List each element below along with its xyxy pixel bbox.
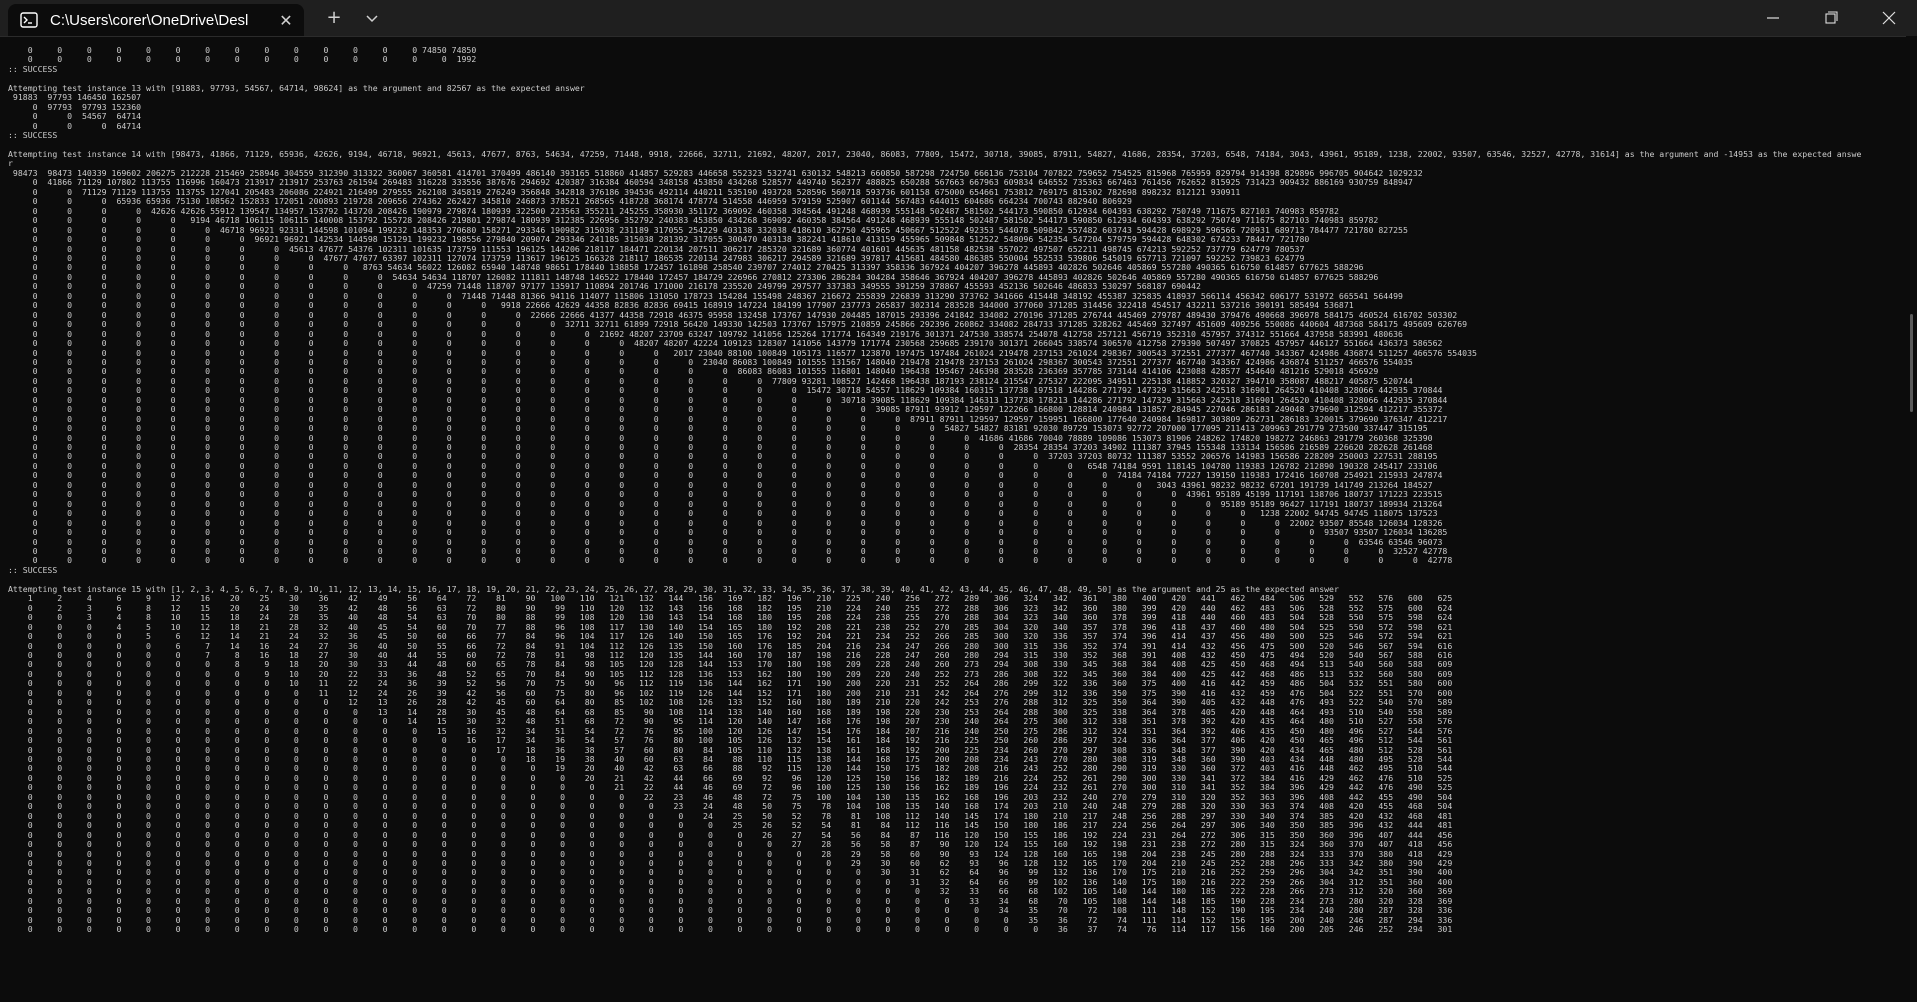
terminal-text: 0 0 0 0 0 0 0 0 0 0 0 0 0 0 74850 74850 … <box>0 36 1906 935</box>
terminal-tab[interactable]: C:\Users\corer\OneDrive\Desl ✕ <box>8 4 304 36</box>
terminal-output[interactable]: 0 0 0 0 0 0 0 0 0 0 0 0 0 0 74850 74850 … <box>0 36 1906 1002</box>
new-tab-button[interactable]: + <box>320 6 348 30</box>
restore-icon <box>1825 11 1838 24</box>
minimize-button[interactable] <box>1745 0 1801 36</box>
close-icon <box>1882 11 1896 25</box>
tab-dropdown-button[interactable] <box>358 6 386 30</box>
terminal-line: 0 0 0 0 0 0 0 0 0 0 0 0 0 0 0 0 0 0 0 0 … <box>8 555 1453 566</box>
terminal-line: Attempting test instance 13 with [91883,… <box>8 82 585 93</box>
terminal-line: :: SUCCESS <box>8 564 58 575</box>
chevron-down-icon <box>366 15 378 23</box>
title-bar: C:\Users\corer\OneDrive\Desl ✕ + <box>0 0 1917 37</box>
terminal-line: 91883 97793 146450 162507 <box>8 92 142 103</box>
maximize-button[interactable] <box>1803 0 1859 36</box>
terminal-line: 0 0 0 0 0 0 0 0 0 0 0 0 0 0 0 0 0 0 0 0 … <box>8 924 1453 935</box>
minimize-icon <box>1767 17 1779 19</box>
terminal-line: Attempting test instance 14 with [98473,… <box>8 148 1862 159</box>
close-tab-icon[interactable]: ✕ <box>276 11 296 31</box>
terminal-line: 0 0 0 0 0 0 0 0 0 0 0 0 0 0 0 1992 <box>8 54 477 65</box>
terminal-line: :: SUCCESS <box>8 130 58 141</box>
terminal-icon <box>20 12 38 28</box>
terminal-line: 0 0 0 64714 <box>8 120 142 131</box>
scrollbar-thumb[interactable] <box>1910 314 1913 412</box>
tab-title: C:\Users\corer\OneDrive\Desl <box>50 12 249 29</box>
terminal-line: :: SUCCESS <box>8 63 58 74</box>
close-window-button[interactable] <box>1861 0 1917 36</box>
terminal-line: 0 97793 97793 152360 <box>8 101 142 112</box>
scrollbar[interactable] <box>1906 36 1917 1002</box>
terminal-line: 0 0 54567 64714 <box>8 111 142 122</box>
